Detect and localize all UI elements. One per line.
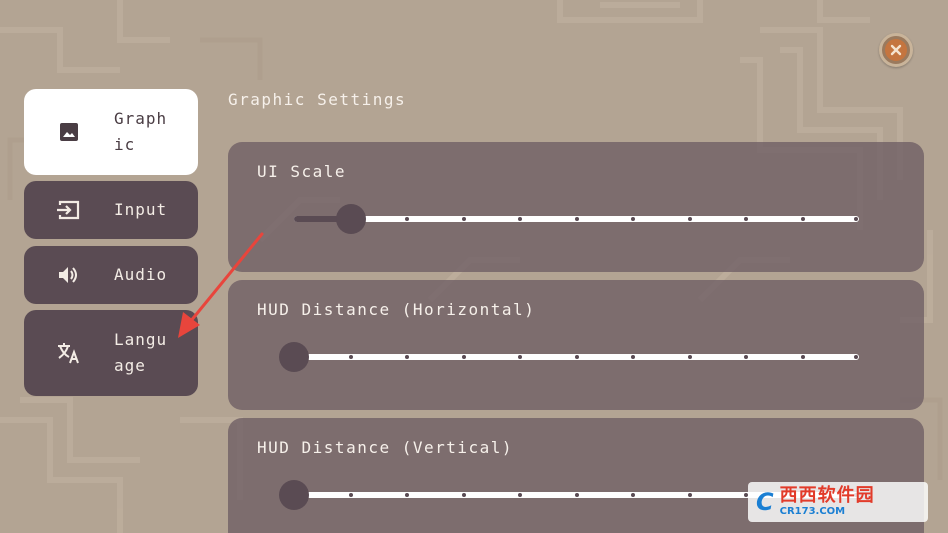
setting-ui-scale: UI Scale xyxy=(228,142,924,272)
watermark-c-logo: C xyxy=(756,488,774,516)
slider-tick xyxy=(405,355,409,359)
slider-handle[interactable] xyxy=(279,480,309,510)
slider-tick xyxy=(348,493,353,497)
image-icon xyxy=(24,121,114,143)
slider-tick xyxy=(800,355,805,359)
tab-graphic[interactable]: Graphic xyxy=(24,89,198,175)
watermark-logo: C 西西软件园 CR173.COM xyxy=(748,482,928,522)
slider-tick xyxy=(518,355,522,359)
slider-tick xyxy=(631,355,635,359)
tab-language-label: Language xyxy=(114,330,168,375)
slider-tick xyxy=(631,493,635,497)
watermark-text: 西西软件园 xyxy=(779,485,875,506)
slider-tick xyxy=(461,355,466,359)
slider-handle[interactable] xyxy=(335,204,366,234)
tab-input[interactable]: Input xyxy=(24,181,198,239)
watermark-url: CR173.COM xyxy=(779,506,846,517)
slider-tick xyxy=(518,493,522,497)
tab-graphic-label: Graphic xyxy=(114,109,168,154)
ui-scale-slider[interactable] xyxy=(294,204,859,234)
slider-tick xyxy=(574,355,579,359)
setting-label: HUD Distance (Horizontal) xyxy=(257,300,536,319)
slider-tick xyxy=(461,217,466,221)
slider-tick xyxy=(687,493,692,497)
slider-tick xyxy=(687,217,692,221)
section-title: Graphic Settings xyxy=(228,90,407,109)
slider-tick xyxy=(405,493,409,497)
setting-label: UI Scale xyxy=(257,162,347,181)
translate-icon xyxy=(24,341,114,365)
slider-tick xyxy=(574,493,579,497)
slider-tick xyxy=(744,217,748,221)
slider-tick xyxy=(631,217,635,221)
setting-label: HUD Distance (Vertical) xyxy=(257,438,514,457)
input-icon xyxy=(24,199,114,221)
setting-hud-distance-horizontal: HUD Distance (Horizontal) xyxy=(228,280,924,410)
slider-handle[interactable] xyxy=(279,342,309,372)
slider-tick xyxy=(744,355,748,359)
slider-tick xyxy=(687,355,692,359)
slider-tick xyxy=(800,217,805,221)
tab-language[interactable]: Language xyxy=(24,310,198,396)
slider-tick xyxy=(574,217,579,221)
slider-tick xyxy=(348,355,353,359)
tab-input-label: Input xyxy=(114,200,168,219)
slider-tick xyxy=(405,217,409,221)
slider-tick xyxy=(518,217,522,221)
close-button[interactable] xyxy=(879,33,913,67)
slider-tick xyxy=(461,493,466,497)
tab-audio-label: Audio xyxy=(114,265,168,284)
speaker-icon xyxy=(24,264,114,286)
slider-tick xyxy=(854,355,858,359)
tab-audio[interactable]: Audio xyxy=(24,246,198,304)
slider-tick xyxy=(854,217,858,221)
close-icon xyxy=(885,39,907,61)
hud-horizontal-slider[interactable] xyxy=(279,342,859,372)
